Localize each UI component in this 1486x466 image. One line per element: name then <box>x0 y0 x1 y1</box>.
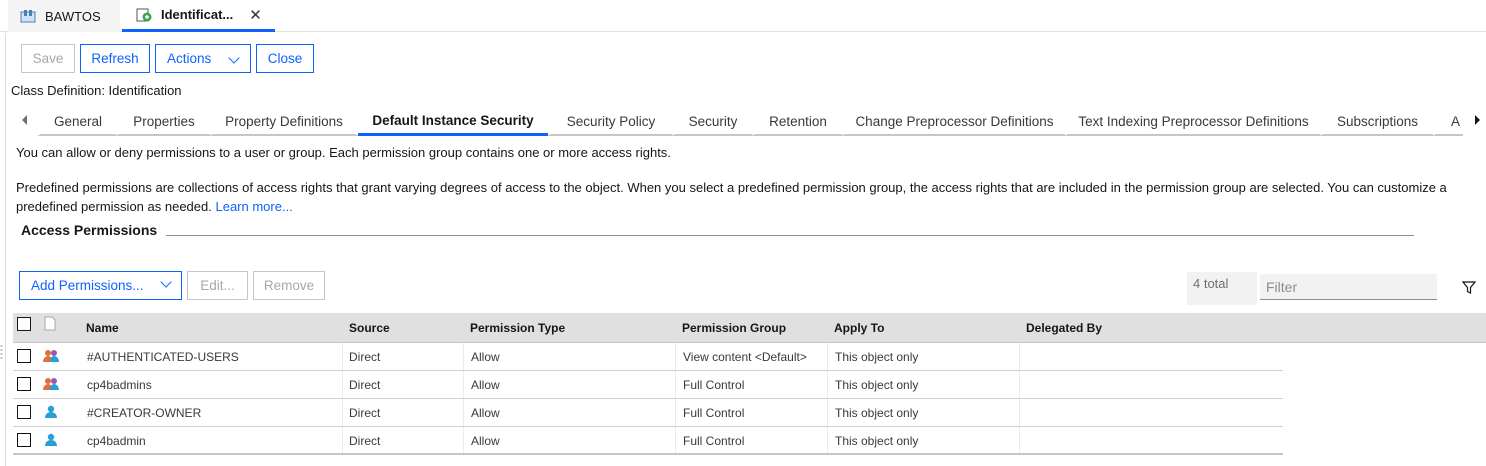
cell-source: Direct <box>349 350 381 364</box>
document-tab-bar: BAWTOS Identificat... ✕ <box>0 0 1486 32</box>
scroll-right-icon[interactable] <box>1475 115 1480 125</box>
tab-retention[interactable]: Retention <box>754 108 842 136</box>
predefined-permissions-text-end: predefined permission as needed. <box>16 199 212 214</box>
tab-security-policy[interactable]: Security Policy <box>550 108 672 136</box>
chevron-down-icon <box>228 52 240 64</box>
predefined-permissions-text-cont: predefined permission as needed. Learn m… <box>16 197 293 216</box>
cell-permission-group: Full Control <box>683 406 745 420</box>
total-count: 4 total <box>1187 272 1257 305</box>
cell-source: Direct <box>349 434 381 448</box>
object-store-icon <box>20 9 36 23</box>
select-all-checkbox[interactable] <box>17 317 31 331</box>
tab-subscriptions[interactable]: Subscriptions <box>1322 108 1433 136</box>
resize-handle[interactable] <box>0 344 3 360</box>
cell-permission-type: Allow <box>471 434 500 448</box>
predefined-permissions-text: Predefined permissions are collections o… <box>16 180 1447 195</box>
user-icon <box>43 404 59 423</box>
table-row[interactable]: cp4badmin Direct Allow Full Control This… <box>13 427 1283 455</box>
cell-permission-type: Allow <box>471 350 500 364</box>
table-row[interactable]: #AUTHENTICATED-USERS Direct Allow View c… <box>13 343 1283 371</box>
column-header-delegated-by[interactable]: Delegated By <box>1026 313 1102 343</box>
cell-permission-type: Allow <box>471 378 500 392</box>
remove-button[interactable]: Remove <box>253 271 325 300</box>
add-permissions-label: Add Permissions... <box>31 278 144 293</box>
tab-bawtos[interactable]: BAWTOS <box>8 0 120 32</box>
cell-source: Direct <box>349 406 381 420</box>
column-header-permission-type[interactable]: Permission Type <box>470 313 565 343</box>
cell-name: #CREATOR-OWNER <box>87 406 202 420</box>
table-row[interactable]: cp4badmins Direct Allow Full Control Thi… <box>13 371 1283 399</box>
cell-permission-group: View content <Default> <box>683 350 807 364</box>
tab-truncated[interactable]: A <box>1435 108 1463 136</box>
section-divider <box>166 235 1414 236</box>
tab-property-definitions[interactable]: Property Definitions <box>212 108 356 136</box>
column-header-apply-to[interactable]: Apply To <box>834 313 884 343</box>
row-checkbox[interactable] <box>17 433 31 447</box>
class-definition-label: Class Definition: Identification <box>11 83 182 98</box>
cell-name: #AUTHENTICATED-USERS <box>87 350 239 364</box>
cell-apply-to: This object only <box>835 378 919 392</box>
add-permissions-button[interactable]: Add Permissions... <box>19 271 182 300</box>
class-definition-icon <box>136 8 152 22</box>
cell-name: cp4badmin <box>87 434 146 448</box>
tab-bawtos-label: BAWTOS <box>45 8 101 24</box>
cell-apply-to: This object only <box>835 350 919 364</box>
scroll-left-icon[interactable] <box>22 115 27 125</box>
content-border <box>5 33 6 466</box>
column-header-name[interactable]: Name <box>86 313 119 343</box>
refresh-button[interactable]: Refresh <box>80 44 150 73</box>
cell-permission-group: Full Control <box>683 434 745 448</box>
learn-more-link[interactable]: Learn more... <box>215 199 292 214</box>
cell-permission-type: Allow <box>471 406 500 420</box>
group-icon <box>42 376 60 395</box>
cell-name: cp4badmins <box>87 378 152 392</box>
cell-apply-to: This object only <box>835 434 919 448</box>
row-checkbox[interactable] <box>17 349 31 363</box>
column-header-permission-group[interactable]: Permission Group <box>682 313 786 343</box>
actions-label: Actions <box>167 51 212 66</box>
tab-identification-label: Identificat... <box>161 7 234 22</box>
property-tab-bar: General Properties Property Definitions … <box>0 108 1486 136</box>
tab-properties[interactable]: Properties <box>118 108 210 136</box>
tab-security[interactable]: Security <box>674 108 752 136</box>
tab-change-preprocessor-definitions[interactable]: Change Preprocessor Definitions <box>844 108 1065 136</box>
save-button[interactable]: Save <box>21 44 75 73</box>
document-type-icon <box>44 316 56 334</box>
table-row[interactable]: #CREATOR-OWNER Direct Allow Full Control… <box>13 399 1283 427</box>
group-icon <box>42 348 60 367</box>
filter-icon[interactable] <box>1461 281 1477 294</box>
section-title: Access Permissions <box>21 222 158 238</box>
cell-apply-to: This object only <box>835 406 919 420</box>
filter-input[interactable] <box>1260 274 1437 300</box>
close-tab-icon[interactable]: ✕ <box>249 6 262 24</box>
row-checkbox[interactable] <box>17 377 31 391</box>
table-header: Name Source Permission Type Permission G… <box>13 313 1486 343</box>
tab-text-indexing-preprocessor-definitions[interactable]: Text Indexing Preprocessor Definitions <box>1067 108 1320 136</box>
chevron-down-icon <box>160 276 172 288</box>
row-checkbox[interactable] <box>17 405 31 419</box>
edit-button[interactable]: Edit... <box>187 271 248 300</box>
tab-identification[interactable]: Identificat... ✕ <box>122 0 275 32</box>
permissions-intro-text: You can allow or deny permissions to a u… <box>16 145 671 160</box>
column-header-source[interactable]: Source <box>349 313 390 343</box>
cell-permission-group: Full Control <box>683 378 745 392</box>
tab-default-instance-security[interactable]: Default Instance Security <box>358 108 548 136</box>
tab-general[interactable]: General <box>40 108 116 136</box>
cell-source: Direct <box>349 378 381 392</box>
close-button[interactable]: Close <box>256 44 314 73</box>
user-icon <box>43 432 59 451</box>
actions-menu-button[interactable]: Actions <box>155 44 251 73</box>
